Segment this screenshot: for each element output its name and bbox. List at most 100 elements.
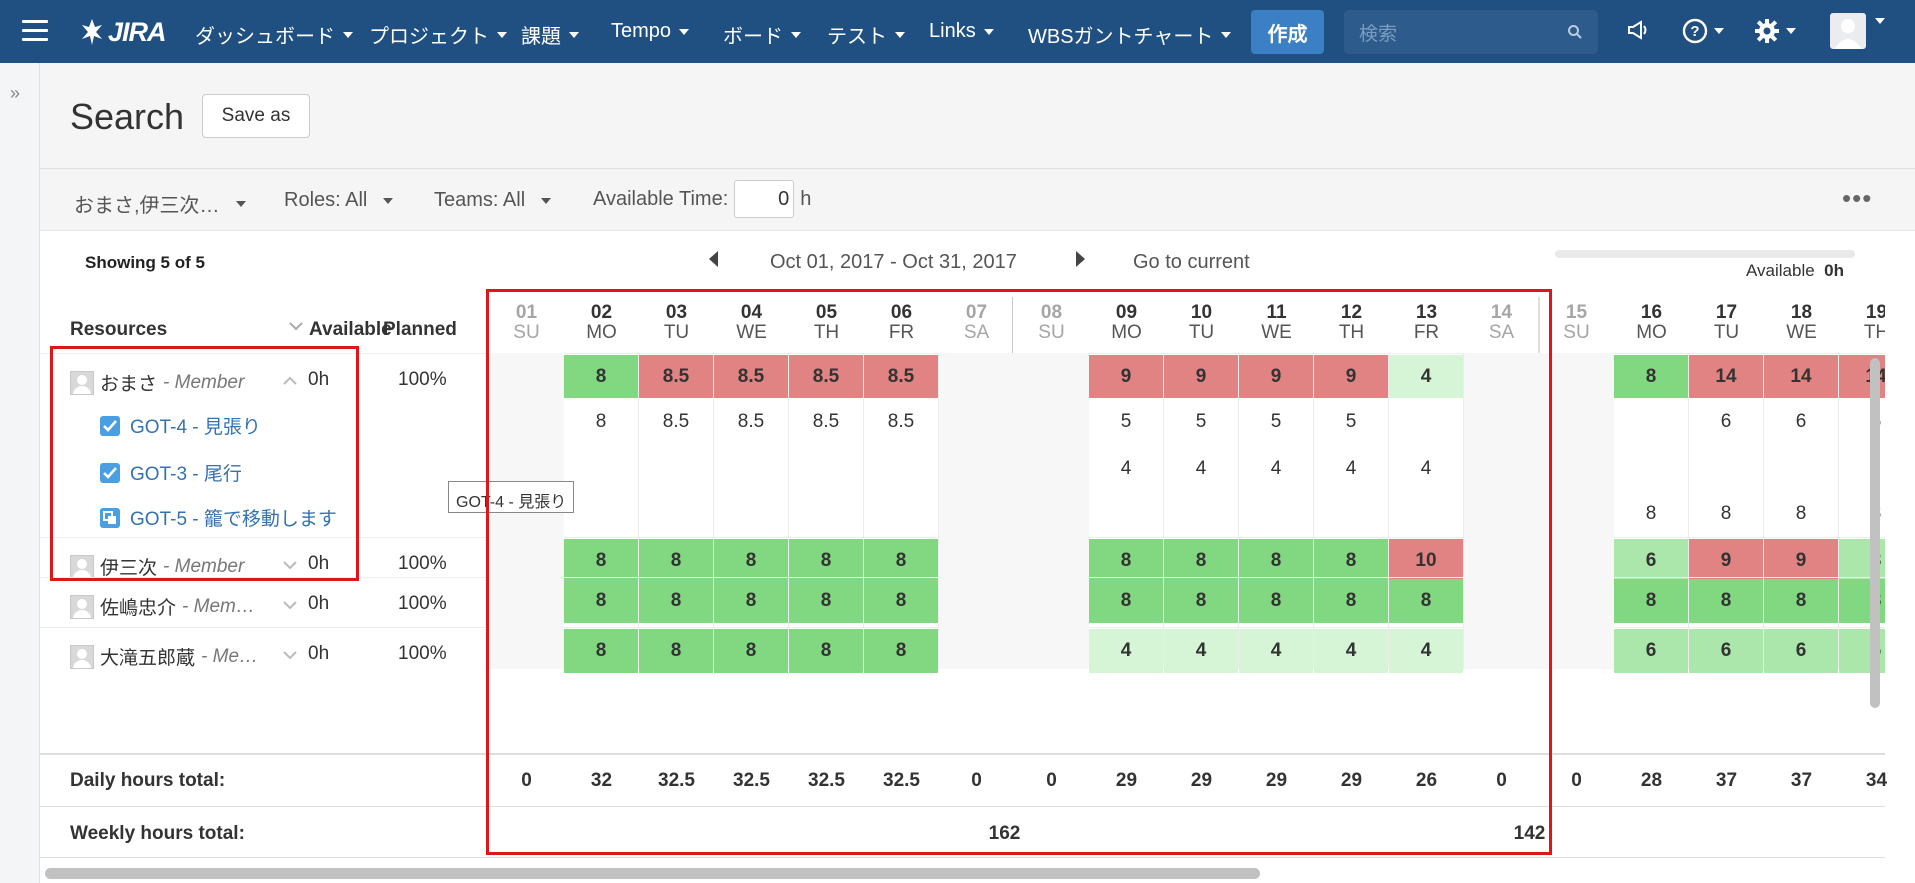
nav-label: WBSガントチャート	[1028, 26, 1214, 48]
resource-day-cell[interactable]: 14	[1764, 355, 1838, 398]
day-number: 19	[1865, 302, 1885, 323]
save-as-button[interactable]: Save as	[202, 94, 310, 138]
resource-available: 0h	[308, 593, 330, 614]
resource-day-cell[interactable]: 8	[1689, 579, 1763, 623]
create-button[interactable]: 作成	[1251, 10, 1324, 54]
previous-period-icon[interactable]	[709, 251, 718, 267]
jira-logo[interactable]: JIRA	[80, 14, 167, 50]
avatar-icon	[70, 594, 94, 619]
resource-role: - Me…	[201, 645, 259, 667]
chevron-down-icon	[1786, 28, 1796, 34]
chevron-down-icon[interactable]	[282, 597, 298, 615]
nav-label: プロジェクト	[369, 26, 489, 48]
chevron-down-icon	[1875, 18, 1885, 24]
issue-day-cell[interactable]	[1689, 446, 1763, 491]
resource-planned: 100%	[398, 643, 447, 664]
expand-sidebar-icon[interactable]: »	[10, 83, 20, 104]
chevron-down-icon	[343, 31, 353, 38]
chevron-down-icon	[791, 31, 801, 38]
nav-tempo[interactable]: Tempo	[611, 20, 690, 43]
day-of-week: TH	[1863, 322, 1885, 343]
resource-day-cell[interactable]: 14	[1689, 355, 1763, 398]
menu-icon[interactable]	[22, 20, 48, 42]
chevron-down-icon[interactable]	[288, 321, 304, 331]
search-icon	[1568, 25, 1582, 39]
daily-total-cell: 37	[1790, 770, 1813, 791]
availability-bar	[1555, 250, 1855, 258]
nav-label: ボード	[723, 26, 783, 48]
resource-day-cell[interactable]: 6	[1689, 629, 1763, 673]
resource-name[interactable]: 佐嶋忠介 - Mem…	[70, 593, 255, 620]
day-header: 17 TU	[1689, 303, 1764, 343]
resource-name[interactable]: 大滝五郎蔵 - Me…	[70, 643, 258, 670]
issue-day-cell[interactable]: 6	[1689, 399, 1763, 444]
issue-day-cell[interactable]: 8	[1764, 491, 1838, 536]
available-time-unit: h	[800, 187, 812, 210]
resource-planned: 100%	[398, 553, 447, 574]
highlight-box-calendar	[486, 289, 1552, 855]
resource-day-cell[interactable]: 8	[1614, 355, 1688, 398]
showing-count: Showing 5 of 5	[85, 253, 205, 272]
gear-icon[interactable]	[1754, 18, 1796, 44]
users-filter[interactable]: おまさ,伊三次…	[74, 189, 246, 218]
search-input[interactable]: 検索	[1344, 10, 1598, 54]
nav-boards[interactable]: ボード	[723, 20, 801, 49]
teams-filter[interactable]: Teams: All	[434, 189, 552, 212]
resource-day-cell[interactable]: 8	[1614, 579, 1688, 623]
vertical-scrollbar[interactable]	[1870, 358, 1880, 708]
resource-day-cell[interactable]: 8	[1764, 579, 1838, 623]
day-number: 17	[1715, 302, 1738, 323]
search-placeholder: 検索	[1359, 23, 1398, 45]
nav-label: ダッシュボード	[195, 26, 335, 48]
top-navigation-bar: JIRA ダッシュボード プロジェクト 課題 Tempo ボード テスト Lin…	[0, 0, 1915, 63]
resource-day-cell[interactable]: 6	[1764, 629, 1838, 673]
issue-day-cell[interactable]: 6	[1764, 399, 1838, 444]
user-menu-caret-icon[interactable]	[1875, 18, 1885, 24]
available-summary-value: 0h	[1824, 261, 1844, 280]
resource-planned: 100%	[398, 369, 447, 390]
daily-total-cell: 37	[1715, 770, 1738, 791]
issue-day-cell[interactable]: 8	[1689, 491, 1763, 536]
nav-links[interactable]: Links	[929, 20, 994, 43]
nav-dashboards[interactable]: ダッシュボード	[195, 20, 353, 49]
nav-test[interactable]: テスト	[827, 20, 905, 49]
user-avatar-icon[interactable]	[1830, 13, 1866, 49]
nav-projects[interactable]: プロジェクト	[369, 20, 507, 49]
help-icon[interactable]: ?	[1682, 18, 1724, 44]
nav-label: Tempo	[611, 20, 672, 42]
go-to-current-link[interactable]: Go to current	[1133, 251, 1250, 274]
nav-issues[interactable]: 課題	[521, 20, 579, 49]
chevron-down-icon	[983, 28, 994, 35]
resource-planned: 100%	[398, 593, 447, 614]
resource-name-label: 佐嶋忠介	[100, 598, 177, 619]
nav-wbs-gantt[interactable]: WBSガントチャート	[1028, 20, 1232, 49]
jira-logo-icon	[82, 19, 102, 45]
next-period-icon[interactable]	[1076, 251, 1085, 267]
more-options-icon[interactable]: •••	[1842, 183, 1872, 214]
issue-day-cell[interactable]: 8	[1614, 491, 1688, 536]
svg-text:?: ?	[1690, 23, 1699, 40]
available-time-label: Available Time:	[593, 187, 729, 210]
column-divider	[1688, 353, 1689, 669]
teams-filter-label: Teams: All	[434, 189, 526, 211]
megaphone-icon[interactable]	[1626, 18, 1650, 42]
chevron-down-icon	[235, 200, 246, 207]
issue-day-cell[interactable]	[1614, 399, 1688, 444]
filter-bar: おまさ,伊三次… Roles: All Teams: All Available…	[40, 169, 1915, 231]
issue-day-cell[interactable]	[1614, 446, 1688, 491]
resource-day-cell[interactable]: 6	[1614, 629, 1688, 673]
chevron-down-icon[interactable]	[282, 647, 298, 665]
chevron-down-icon	[569, 31, 579, 38]
period-navigation: Showing 5 of 5 Oct 01, 2017 - Oct 31, 20…	[40, 231, 1915, 297]
page-header: Search Save as	[40, 63, 1915, 169]
chevron-down-icon	[383, 197, 394, 204]
roles-filter-label: Roles: All	[284, 189, 368, 211]
issue-day-cell[interactable]	[1764, 446, 1838, 491]
horizontal-scrollbar[interactable]	[45, 868, 1260, 879]
roles-filter[interactable]: Roles: All	[284, 189, 394, 212]
resources-column-header[interactable]: Resources	[70, 319, 167, 341]
available-time-input[interactable]: 0	[734, 180, 795, 218]
column-divider	[1763, 353, 1764, 669]
nav-label: テスト	[827, 26, 887, 48]
day-of-week: WE	[1786, 322, 1817, 343]
